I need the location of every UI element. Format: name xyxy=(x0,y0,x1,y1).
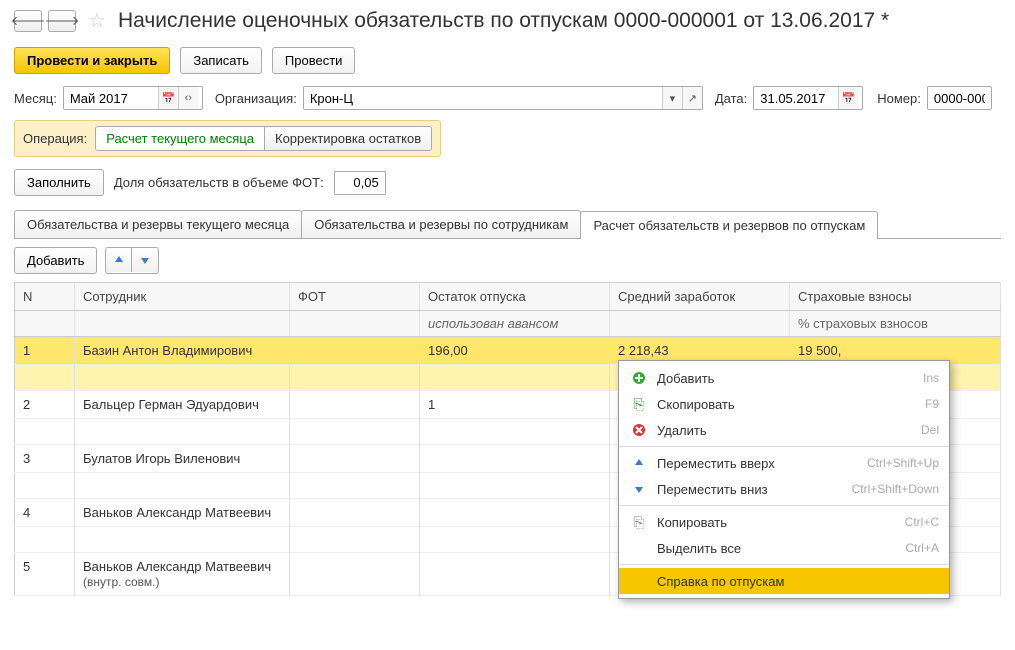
report-icon xyxy=(629,573,649,589)
select-all-icon xyxy=(629,540,649,556)
date-input[interactable] xyxy=(754,87,838,109)
month-label: Месяц: xyxy=(14,91,57,106)
page-title: Начисление оценочных обязательств по отп… xyxy=(118,9,889,33)
date-label: Дата: xyxy=(715,91,747,106)
month-input[interactable] xyxy=(64,87,158,109)
col-n[interactable]: N xyxy=(15,283,75,311)
menu-move-down[interactable]: Переместить вниз Ctrl+Shift+Down xyxy=(619,476,949,502)
copy-icon: ⎘ xyxy=(629,396,649,412)
post-and-close-button[interactable]: Провести и закрыть xyxy=(14,47,170,74)
col-employee[interactable]: Сотрудник xyxy=(75,283,290,311)
col-fot[interactable]: ФОТ xyxy=(290,283,420,311)
col-insurance[interactable]: Страховые взносы xyxy=(790,283,1001,311)
menu-delete[interactable]: Удалить Del xyxy=(619,417,949,443)
number-label: Номер: xyxy=(877,91,921,106)
post-button[interactable]: Провести xyxy=(272,47,356,74)
share-label: Доля обязательств в объеме ФОТ: xyxy=(114,175,324,190)
col-rest-sub: использован авансом xyxy=(420,311,610,337)
clipboard-icon: ⎘ xyxy=(629,514,649,530)
menu-move-up[interactable]: Переместить вверх Ctrl+Shift+Up xyxy=(619,450,949,476)
date-picker-icon[interactable]: 📅 xyxy=(838,87,858,109)
menu-clipboard-copy[interactable]: ⎘ Копировать Ctrl+C xyxy=(619,509,949,535)
org-label: Организация: xyxy=(215,91,297,106)
org-input[interactable] xyxy=(304,87,662,109)
context-menu: Добавить Ins ⎘ Скопировать F9 Удалить De… xyxy=(618,360,950,599)
add-row-button[interactable]: Добавить xyxy=(14,247,97,274)
col-insurance-sub: % страховых взносов xyxy=(790,311,1001,337)
org-open-icon[interactable]: ↗ xyxy=(682,87,702,109)
move-down-button[interactable] xyxy=(132,248,158,272)
move-up-button[interactable] xyxy=(106,248,132,272)
share-input[interactable] xyxy=(335,172,385,194)
forward-button[interactable]: 🡒 xyxy=(48,10,76,32)
col-rest[interactable]: Остаток отпуска xyxy=(420,283,610,311)
tab-by-employee[interactable]: Обязательства и резервы по сотрудникам xyxy=(301,210,581,238)
col-avg[interactable]: Средний заработок xyxy=(610,283,790,311)
plus-icon xyxy=(629,370,649,386)
fill-button[interactable]: Заполнить xyxy=(14,169,104,196)
menu-copy[interactable]: ⎘ Скопировать F9 xyxy=(619,391,949,417)
operation-label: Операция: xyxy=(23,131,87,146)
arrow-down-icon xyxy=(629,481,649,497)
op-correction[interactable]: Корректировка остатков xyxy=(265,127,431,150)
op-current-month[interactable]: Расчет текущего месяца xyxy=(96,127,265,150)
write-button[interactable]: Записать xyxy=(180,47,262,74)
tab-current-month[interactable]: Обязательства и резервы текущего месяца xyxy=(14,210,302,238)
menu-vacation-report[interactable]: Справка по отпускам xyxy=(619,568,949,594)
number-input[interactable] xyxy=(928,87,991,109)
month-stepper-icon[interactable]: ‹› xyxy=(178,87,198,109)
favorite-star-icon[interactable]: ☆ xyxy=(88,8,106,33)
month-picker-icon[interactable]: 📅 xyxy=(158,87,178,109)
tab-vacation-calc[interactable]: Расчет обязательств и резервов по отпуск… xyxy=(580,211,878,239)
org-dropdown-icon[interactable]: ▾ xyxy=(662,87,682,109)
delete-icon xyxy=(629,422,649,438)
menu-select-all[interactable]: Выделить все Ctrl+A xyxy=(619,535,949,561)
back-button[interactable]: 🡐 xyxy=(14,10,42,32)
arrow-up-icon xyxy=(629,455,649,471)
menu-add[interactable]: Добавить Ins xyxy=(619,365,949,391)
operation-panel: Операция: Расчет текущего месяца Коррект… xyxy=(14,120,441,157)
